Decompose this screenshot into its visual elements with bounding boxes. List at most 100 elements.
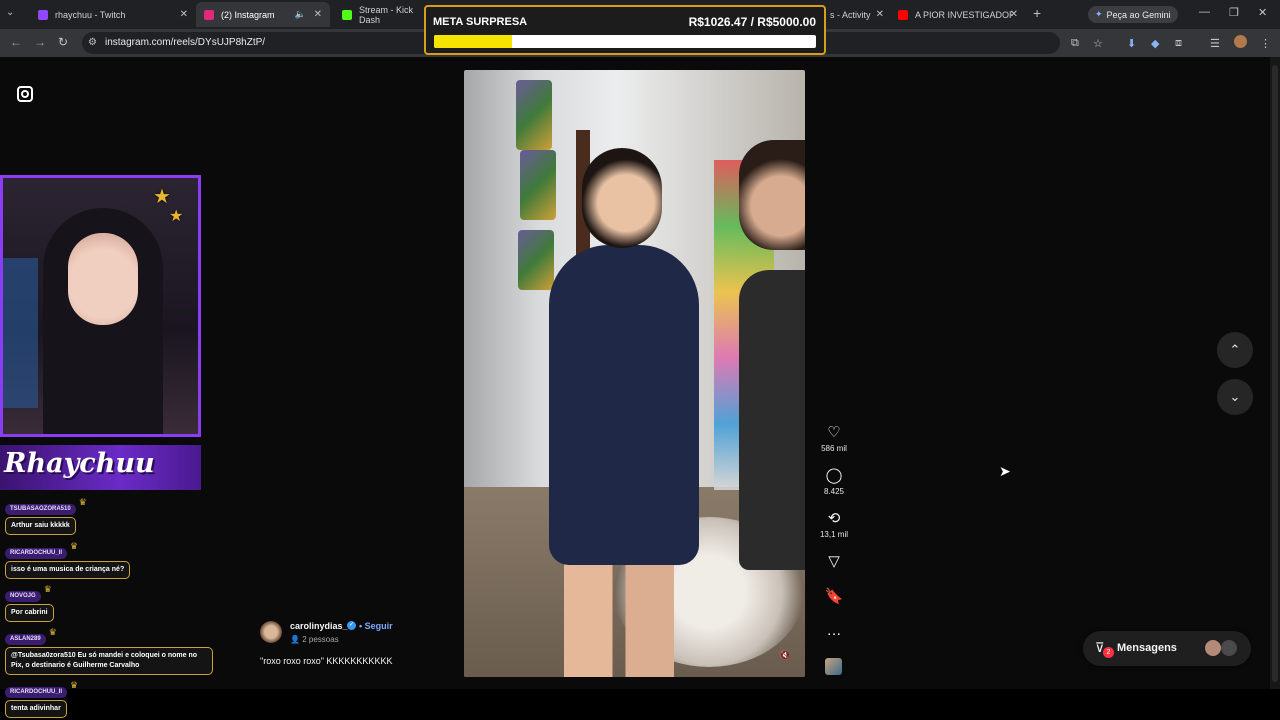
chat-text: Arthur saiu kkkkk [5,517,76,535]
youtube-icon [898,9,908,20]
messages-button[interactable]: ⊽ 2 Mensagens [1083,631,1251,666]
tab-groups-icon[interactable]: ☰ [1210,37,1220,50]
url-text[interactable]: instagram.com/reels/DYsUJP8hZtP/ [105,37,265,48]
unread-badge: 2 [1103,647,1114,658]
author-name[interactable]: carolinydias_ [290,621,348,631]
video-person [549,245,699,565]
page-scrollbar[interactable] [1270,57,1280,689]
chat-text: isso é uma musica de criança né? [5,561,131,579]
audio-thumbnail[interactable] [825,658,842,675]
tab-activity[interactable]: s - Activity ✕ [826,2,888,27]
avatar [1221,640,1237,656]
comment-icon: ◯ [825,467,843,484]
crown-icon: ♛ [78,497,87,507]
repost-icon: ⟲ [827,510,841,527]
heart-icon: ♡ [827,424,841,441]
goal-progress-bar [434,35,816,48]
webcam-chair [3,258,38,408]
speaker-icon[interactable]: 🔈 [295,9,306,20]
goal-overlay: META SURPRESA R$1026.47 / R$5000.00 [424,5,826,55]
tab-label: rhaychuu - Twitch [55,9,126,20]
restore-icon[interactable]: ❐ [1229,6,1239,19]
taskbar-strip [0,689,1280,720]
tab-label: (2) Instagram [221,9,275,20]
reload-icon[interactable]: ↻ [58,35,68,49]
tab-instagram[interactable]: (2) Instagram 🔈 ✕ [196,2,330,27]
reel-video[interactable]: 🔇 [464,70,805,677]
site-info-icon[interactable]: ⚙ [88,37,97,48]
next-reel-button[interactable]: ⌄ [1217,379,1253,415]
window-close-icon[interactable]: ✕ [1258,6,1267,19]
previous-reel-button[interactable]: ⌃ [1217,332,1253,368]
profile-avatar[interactable] [1234,35,1247,48]
tab-label: A PIOR INVESTIGADORA [915,9,1013,20]
star-icon: ★ [169,208,184,225]
like-button[interactable]: ♡ 586 mil [816,424,852,454]
repost-count: 13,1 mil [819,530,848,539]
menu-kebab-icon[interactable]: ⋮ [1260,37,1271,50]
tab-label: Stream - Kick Dash [359,4,414,25]
webcam-feed: ★ ★ [0,175,201,437]
chat-text: tenta adivinhar [5,700,67,718]
tab-youtube[interactable]: A PIOR INVESTIGADORA ✕ [890,2,1026,27]
chat-message: RICARDOCHUU_II♛ tenta adivinhar [5,680,78,718]
twitch-icon [38,9,48,20]
chat-text: Por cabrini [5,604,54,622]
crown-icon: ♛ [70,680,79,690]
save-button[interactable]: 🔖 [816,589,852,605]
author-avatar[interactable] [260,621,282,643]
goal-progress-fill [434,35,513,48]
chat-message: TSUBASAOZORA510♛ Arthur saiu kkkkk [5,497,87,535]
kick-icon [342,9,352,20]
gemini-button[interactable]: ✦ Peça ao Gemini [1088,6,1178,23]
chat-message: ASLAN289♛ @Tsubasa0zora510 Eu só mandei … [5,627,213,675]
collaborators[interactable]: 👤 2 pessoas [290,635,339,644]
download-icon[interactable]: ⬇ [1127,37,1136,50]
minimize-icon[interactable]: — [1199,6,1210,18]
close-icon[interactable]: ✕ [180,9,188,20]
messages-label: Mensagens [1117,642,1177,654]
tab-twitch[interactable]: rhaychuu - Twitch ✕ [30,2,196,27]
chevron-up-icon: ⌃ [1229,342,1241,357]
collab-text: 2 pessoas [302,635,339,644]
mute-icon[interactable]: 🔇 [780,650,791,661]
stream-brand-banner: Rhaychuu [0,445,201,490]
close-icon[interactable]: ✕ [314,9,322,20]
install-app-icon[interactable]: ⧉ [1071,37,1079,50]
chat-username: ASLAN289 [5,634,46,645]
more-options-button[interactable]: … [816,623,852,639]
forward-icon[interactable]: → [34,35,46,49]
brand-logo-text: Rhaychuu [4,448,155,479]
scrollbar-thumb[interactable] [1272,65,1278,682]
close-icon[interactable]: ✕ [876,9,884,20]
like-count: 586 mil [821,444,847,453]
tab-kick[interactable]: Stream - Kick Dash [334,2,426,27]
instagram-logo-icon[interactable] [17,86,33,102]
back-icon[interactable]: ← [10,35,22,49]
repost-button[interactable]: ⟲ 13,1 mil [816,510,852,540]
new-tab-button[interactable]: + [1033,5,1041,21]
video-painting [518,230,554,290]
chat-message: NOVOJG♛ Por cabrini [5,584,54,622]
extensions-puzzle-icon[interactable]: ⧈ [1175,37,1182,50]
chat-text: @Tsubasa0zora510 Eu só mandei e coloquei… [5,647,213,675]
follow-button[interactable]: • Seguir [359,621,393,631]
avatar [1205,640,1221,656]
verified-badge-icon: ✓ [347,621,356,630]
tab-search-icon[interactable]: ⌄ [6,7,14,18]
close-icon[interactable]: ✕ [1010,9,1018,20]
extension-shield-icon[interactable]: ◆ [1151,37,1159,50]
chevron-down-icon: ⌄ [1229,389,1241,404]
follow-label: Seguir [364,621,393,631]
mouse-cursor-icon: ➤ [999,463,1011,479]
share-button[interactable]: ▽ [816,554,852,570]
video-painting [516,80,552,150]
comment-button[interactable]: ◯ 8.425 [816,467,852,497]
crown-icon: ♛ [70,541,79,551]
more-icon: … [826,622,842,639]
reel-caption: "roxo roxo roxo" KKKKKKKKKKK [260,656,393,666]
crown-icon: ♛ [48,627,57,637]
bookmark-star-icon[interactable]: ☆ [1093,37,1103,50]
chat-username: NOVOJG [5,591,41,602]
people-icon: 👤 [290,635,300,644]
